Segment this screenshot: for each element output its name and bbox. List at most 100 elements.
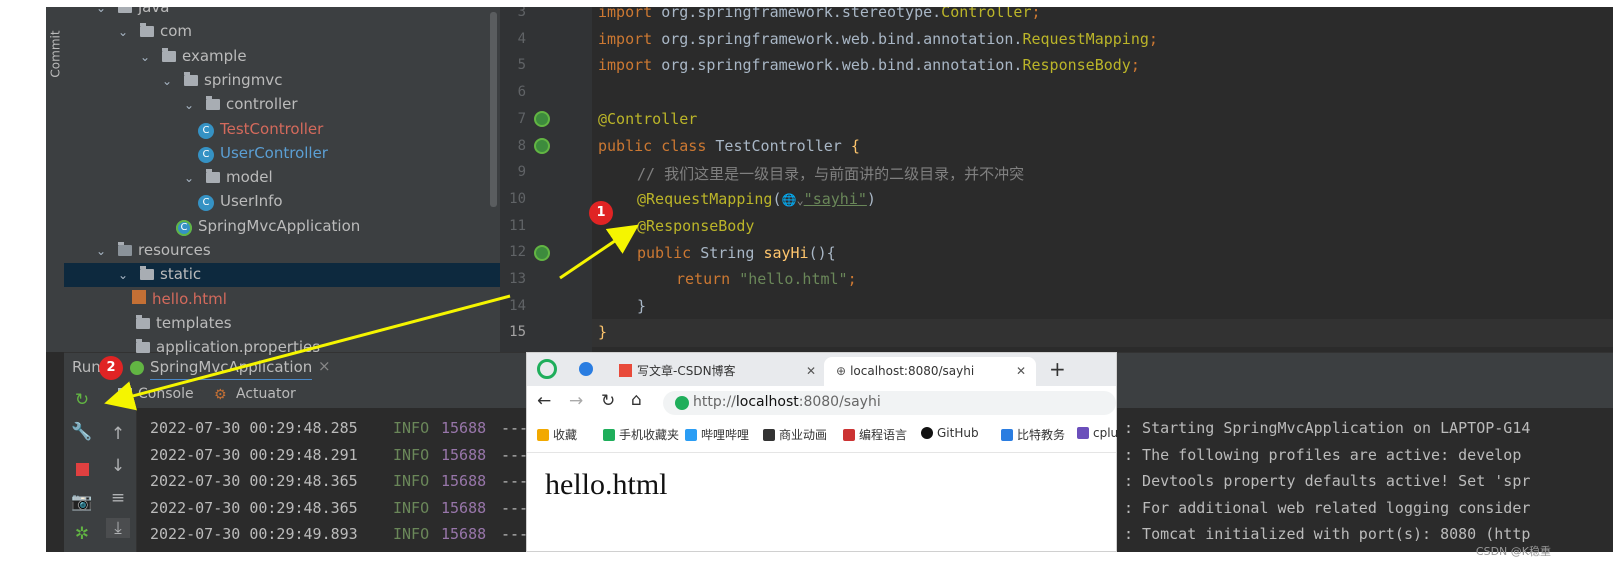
bookmark-label: 商业动画 bbox=[779, 428, 828, 442]
bookmark-item[interactable]: 哔哩哔哩 bbox=[685, 426, 749, 443]
tree-item[interactable]: hello.html bbox=[132, 287, 227, 311]
tree-item[interactable]: ⌄ resources bbox=[96, 238, 211, 262]
bookmark-item[interactable]: 收藏 bbox=[537, 426, 577, 443]
line-number: 10 bbox=[509, 190, 526, 207]
current-line-highlight bbox=[592, 319, 1613, 347]
web-endpoint-gutter-icon[interactable] bbox=[534, 245, 550, 261]
chevron-down-icon[interactable]: ⌄ bbox=[96, 7, 110, 20]
new-tab-button[interactable]: + bbox=[1049, 357, 1066, 381]
tree-item[interactable]: ⌄ example bbox=[140, 44, 247, 68]
spring-boot-icon bbox=[130, 361, 144, 375]
line-number: 8 bbox=[517, 137, 526, 154]
wrench-icon[interactable]: 🔧 bbox=[70, 422, 94, 442]
chevron-down-icon[interactable]: ⌄ bbox=[140, 45, 154, 69]
tree-item[interactable]: C UserInfo bbox=[198, 189, 283, 213]
bookmark-item[interactable]: 手机收藏夹 bbox=[603, 426, 679, 443]
annotation-badge-2: 2 bbox=[99, 356, 123, 380]
line-number: 3 bbox=[517, 7, 526, 20]
log-time: 2022-07-30 00:29:48.291 bbox=[150, 445, 358, 464]
tree-item[interactable]: ⌄ static bbox=[118, 262, 201, 286]
tab-console[interactable]: Console bbox=[138, 386, 194, 402]
log-pid: 15688 bbox=[441, 525, 487, 544]
tree-item[interactable]: C UserController bbox=[198, 141, 328, 165]
close-tab-icon[interactable]: ✕ bbox=[1016, 357, 1026, 386]
spring-bean-gutter-icon[interactable] bbox=[534, 111, 550, 127]
tab-csdn[interactable]: 写文章-CSDN博客 ✕ bbox=[615, 357, 820, 386]
up-arrow-icon[interactable]: ↑ bbox=[106, 424, 130, 444]
bookmark-item[interactable]: GitHub bbox=[921, 426, 979, 440]
chevron-down-icon[interactable]: ⌄ bbox=[162, 69, 176, 93]
tree-item[interactable]: C SpringMvcApplication bbox=[176, 214, 360, 238]
log-time: 2022-07-30 00:29:48.365 bbox=[150, 472, 358, 491]
tree-item[interactable]: ⌄ java bbox=[96, 7, 169, 19]
rerun-icon[interactable]: ↻ bbox=[70, 390, 94, 410]
camera-icon[interactable]: 📷 bbox=[70, 492, 94, 512]
code-line-7: @Controller bbox=[598, 110, 698, 128]
bookmark-label: 哔哩哔哩 bbox=[701, 428, 750, 442]
back-icon[interactable]: ← bbox=[537, 391, 551, 411]
commit-tool-strip[interactable]: Commit bbox=[46, 7, 65, 352]
line-number: 6 bbox=[517, 84, 526, 101]
tab-localhost[interactable]: ⊕ localhost:8080/sayhi ✕ bbox=[824, 357, 1036, 386]
reload-icon[interactable]: ↻ bbox=[601, 391, 615, 411]
forward-icon[interactable]: → bbox=[569, 391, 583, 411]
bookmark-label: cplu bbox=[1093, 426, 1119, 440]
commit-label[interactable]: Commit bbox=[49, 30, 63, 77]
bookmark-icon bbox=[921, 427, 933, 439]
tree-item[interactable]: C TestController bbox=[198, 117, 323, 141]
log-time: 2022-07-30 00:29:48.285 bbox=[150, 419, 358, 437]
folder-icon bbox=[206, 169, 220, 184]
chevron-down-icon[interactable]: ⌄ bbox=[184, 166, 198, 190]
chevron-down-icon[interactable]: ⌄ bbox=[118, 20, 132, 44]
run-config-tab[interactable]: SpringMvcApplication bbox=[150, 358, 313, 382]
send-icon[interactable] bbox=[579, 362, 593, 376]
chevron-down-icon[interactable]: ⌄ bbox=[118, 263, 132, 287]
bookmark-icon bbox=[603, 429, 615, 441]
log-sep: --- bbox=[501, 445, 529, 464]
tree-item[interactable]: application.properties bbox=[136, 335, 320, 359]
tree-item-label: TestController bbox=[220, 119, 324, 138]
project-scrollbar[interactable] bbox=[490, 12, 497, 207]
secure-icon bbox=[675, 396, 689, 410]
bookmark-item[interactable]: cplu bbox=[1077, 426, 1118, 440]
tab-actuator[interactable]: Actuator bbox=[236, 386, 296, 402]
tree-item[interactable]: ⌄ com bbox=[118, 19, 192, 43]
stop-icon[interactable] bbox=[76, 463, 89, 476]
soft-wrap-icon[interactable]: ≡ bbox=[106, 488, 130, 508]
down-arrow-icon[interactable]: ↓ bbox=[106, 456, 130, 476]
folder-icon bbox=[184, 71, 198, 86]
log-time: 2022-07-30 00:29:49.893 bbox=[150, 525, 358, 544]
address-bar[interactable]: http://localhost:8080/sayhi bbox=[663, 391, 1116, 415]
bookmark-label: 手机收藏夹 bbox=[619, 428, 680, 442]
home-icon[interactable]: ⌂ bbox=[631, 390, 642, 410]
tree-item-label: java bbox=[138, 7, 170, 16]
tree-item[interactable]: ⌄ springmvc bbox=[162, 68, 282, 92]
tree-item-label: templates bbox=[156, 313, 232, 332]
scroll-to-end-icon[interactable]: ⤓ bbox=[106, 518, 130, 538]
bookmark-icon bbox=[537, 429, 549, 441]
log-sep: --- bbox=[501, 498, 529, 517]
log-msg: : For additional web related logging con… bbox=[1124, 498, 1531, 517]
close-tab-icon[interactable]: ✕ bbox=[806, 357, 816, 386]
tree-item-label: controller bbox=[226, 95, 298, 114]
browser-tab-bar: 写文章-CSDN博客 ✕ ⊕ localhost:8080/sayhi ✕ + bbox=[527, 353, 1116, 386]
tree-item-label: application.properties bbox=[156, 338, 321, 357]
bookmark-item[interactable]: 编程语言 bbox=[843, 426, 907, 443]
bookmark-label: 编程语言 bbox=[859, 428, 908, 442]
debug-icon[interactable]: ✲ bbox=[70, 524, 94, 544]
code-line-11: @ResponseBody bbox=[637, 217, 755, 235]
code-line-9: // 我们这里是一级目录，与前面讲的二级目录，并不冲突 bbox=[637, 165, 1025, 183]
code-line-5: import org.springframework.web.bind.anno… bbox=[598, 56, 1140, 74]
close-tab-icon[interactable]: × bbox=[318, 357, 331, 375]
tree-item[interactable]: ⌄ controller bbox=[184, 92, 298, 116]
chevron-down-icon[interactable]: ⌄ bbox=[184, 93, 198, 117]
bookmark-item[interactable]: 商业动画 bbox=[763, 426, 827, 443]
tree-item[interactable]: templates bbox=[136, 311, 232, 335]
chevron-down-icon[interactable]: ⌄ bbox=[96, 239, 110, 263]
spring-bean-gutter-icon[interactable] bbox=[534, 138, 550, 154]
bookmark-item[interactable]: 比特教务 bbox=[1001, 426, 1065, 443]
tree-item[interactable]: ⌄ model bbox=[184, 165, 273, 189]
log-pid: 15688 bbox=[441, 472, 487, 491]
line-number: 15 bbox=[509, 324, 526, 341]
bookmark-icon bbox=[763, 429, 775, 441]
